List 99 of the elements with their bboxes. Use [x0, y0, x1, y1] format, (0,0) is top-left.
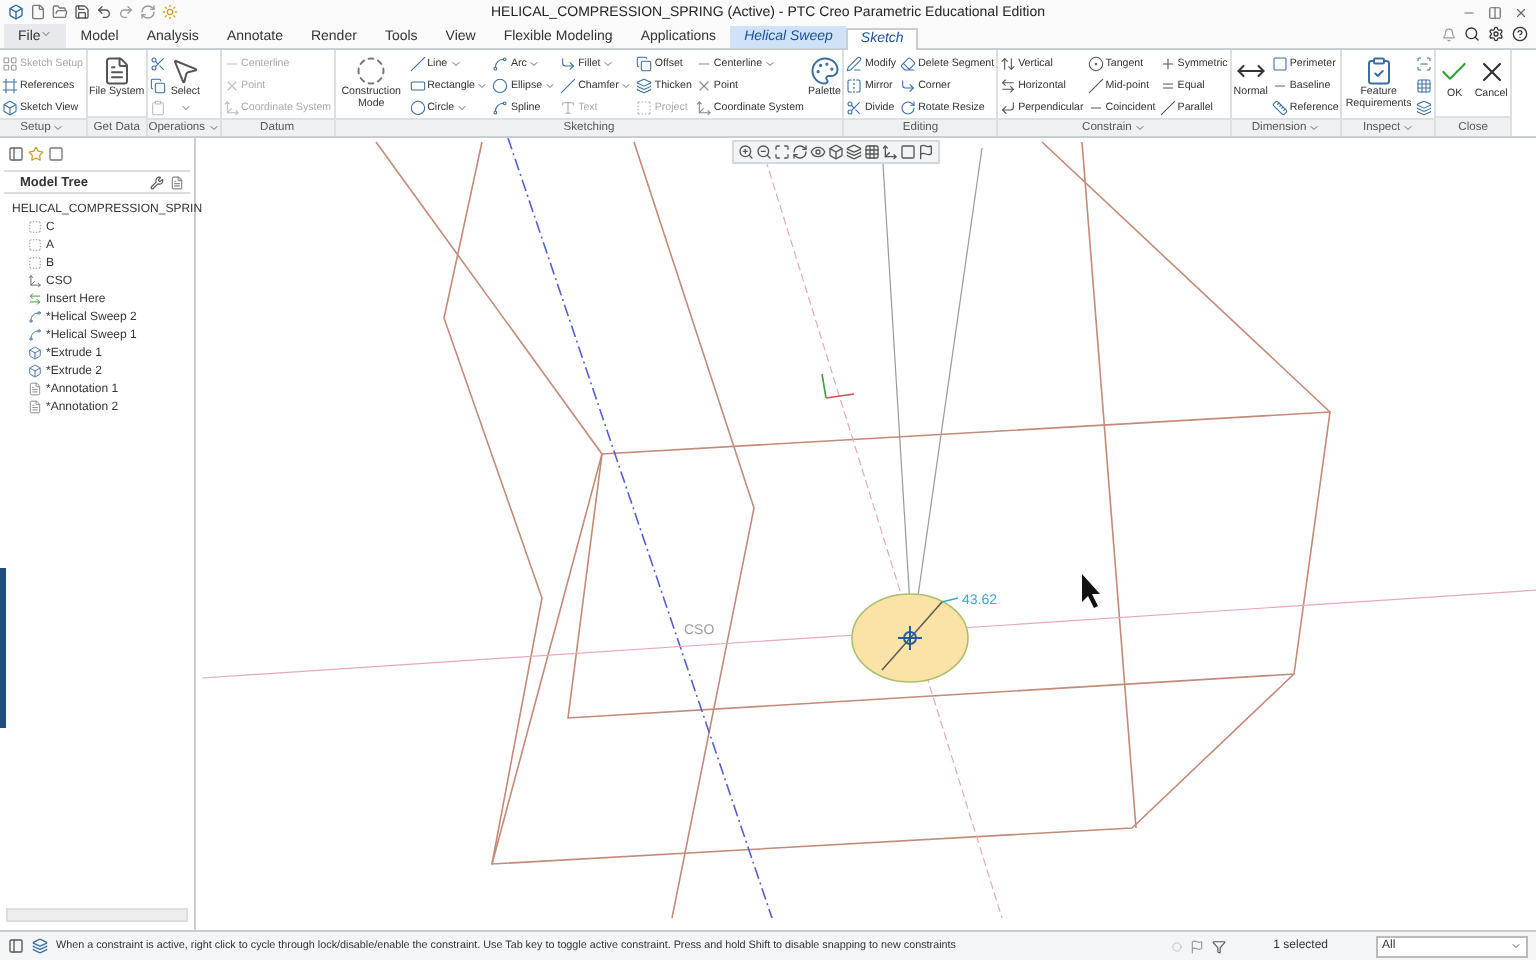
x-icon	[223, 78, 240, 94]
caret-icon	[764, 58, 777, 70]
group-menu-caret-icon	[1402, 122, 1415, 134]
rotate-icon	[900, 100, 917, 116]
ruler-icon	[1271, 100, 1288, 116]
axes-icon	[28, 274, 42, 288]
wrench-icon[interactable]	[150, 175, 164, 189]
redo-icon[interactable]	[118, 4, 134, 20]
solid-icon	[28, 346, 42, 360]
caret-icon	[40, 28, 53, 40]
scissors-button[interactable]	[150, 54, 167, 74]
save-icon[interactable]	[74, 4, 90, 20]
axes-icon	[223, 100, 240, 116]
panel-icon[interactable]	[8, 938, 24, 954]
layers-icon[interactable]	[846, 144, 862, 160]
document-icon	[101, 56, 132, 86]
tangent-icon	[1087, 56, 1104, 72]
dashed-circle-icon	[356, 56, 387, 86]
text-icon	[560, 100, 577, 116]
equal-icon	[1159, 78, 1176, 94]
new-file-icon[interactable]	[30, 4, 46, 20]
pen-icon	[846, 56, 863, 72]
star-icon[interactable]	[28, 146, 44, 162]
layers-button[interactable]	[1416, 98, 1433, 118]
cube-icon[interactable]	[828, 144, 844, 160]
caret-icon	[449, 58, 462, 70]
undo-icon[interactable]	[96, 4, 112, 20]
spring-icon	[28, 310, 42, 324]
rectangle-icon	[409, 78, 426, 94]
app-logo-icon	[8, 4, 24, 20]
help-icon[interactable]	[1512, 26, 1528, 42]
spring-icon	[28, 328, 42, 342]
grid-button[interactable]	[1416, 76, 1433, 96]
frame-icon	[2, 78, 18, 94]
grid-icon[interactable]	[864, 144, 880, 160]
restore-icon[interactable]	[1487, 5, 1502, 19]
copy-button[interactable]	[150, 76, 167, 96]
close-icon[interactable]	[1513, 5, 1528, 19]
vertical-arrows-icon	[1000, 56, 1017, 72]
diameter-dimension	[881, 597, 959, 671]
line-icon	[409, 56, 426, 72]
caret-icon	[179, 101, 192, 114]
group-menu-caret-icon	[207, 122, 220, 134]
layers-icon[interactable]	[32, 938, 48, 954]
square-icon	[1271, 56, 1288, 72]
axes-icon[interactable]	[882, 144, 898, 160]
x-icon	[695, 78, 712, 94]
offset-icon	[636, 56, 653, 72]
parallel-icon	[1159, 100, 1176, 116]
folder-icon[interactable]	[52, 4, 68, 20]
box-icon	[2, 100, 18, 116]
group-menu-caret-icon	[52, 122, 65, 134]
center-point-icon	[897, 625, 923, 651]
axes-icon	[695, 100, 712, 116]
document-icon[interactable]	[170, 175, 184, 189]
note-icon	[28, 400, 42, 414]
group-menu-caret-icon	[1133, 122, 1146, 134]
symmetric-icon	[1159, 56, 1176, 72]
fillet-icon	[560, 56, 577, 72]
pointer-icon	[170, 56, 201, 86]
palette-icon	[809, 56, 840, 86]
chamfer-icon	[560, 78, 577, 94]
note-icon	[28, 382, 42, 396]
filter-icon[interactable]	[1211, 939, 1226, 953]
spline-icon	[492, 100, 509, 116]
regenerate-icon[interactable]	[140, 4, 156, 20]
circle-icon	[409, 100, 426, 116]
eraser-icon	[900, 56, 917, 72]
corner-icon	[900, 78, 917, 94]
search-icon[interactable]	[1464, 26, 1480, 42]
horizontal-scrollbar[interactable]	[6, 908, 188, 922]
group-menu-caret-icon	[1308, 122, 1321, 134]
cursor-icon	[1082, 574, 1100, 608]
eye-icon[interactable]	[810, 144, 826, 160]
mirror-icon	[846, 78, 863, 94]
zoom-out-icon[interactable]	[756, 144, 772, 160]
grid-icon	[2, 56, 18, 72]
clipboard-check-icon	[1363, 56, 1394, 86]
horizontal-arrows-icon	[1000, 78, 1017, 94]
square-icon[interactable]	[900, 144, 916, 160]
solid-icon	[28, 364, 42, 378]
refresh-icon[interactable]	[792, 144, 808, 160]
axis-marker-icon	[821, 373, 855, 399]
panel-icon[interactable]	[8, 146, 24, 162]
square-icon[interactable]	[48, 146, 64, 162]
settings-icon[interactable]	[1488, 26, 1504, 42]
fit-icon[interactable]	[774, 144, 790, 160]
arc-icon	[492, 56, 509, 72]
zoom-in-icon[interactable]	[738, 144, 754, 160]
layers-icon	[636, 78, 653, 94]
flag-icon[interactable]	[918, 144, 934, 160]
ellipse-icon	[492, 78, 509, 94]
bell-icon[interactable]	[1442, 27, 1456, 41]
scissors-icon	[846, 100, 863, 116]
perpendicular-icon	[1000, 100, 1017, 116]
midpoint-icon	[1087, 78, 1104, 94]
arrow-icon	[28, 292, 42, 306]
dot-icon	[1171, 941, 1182, 951]
caret-icon	[1510, 940, 1522, 952]
